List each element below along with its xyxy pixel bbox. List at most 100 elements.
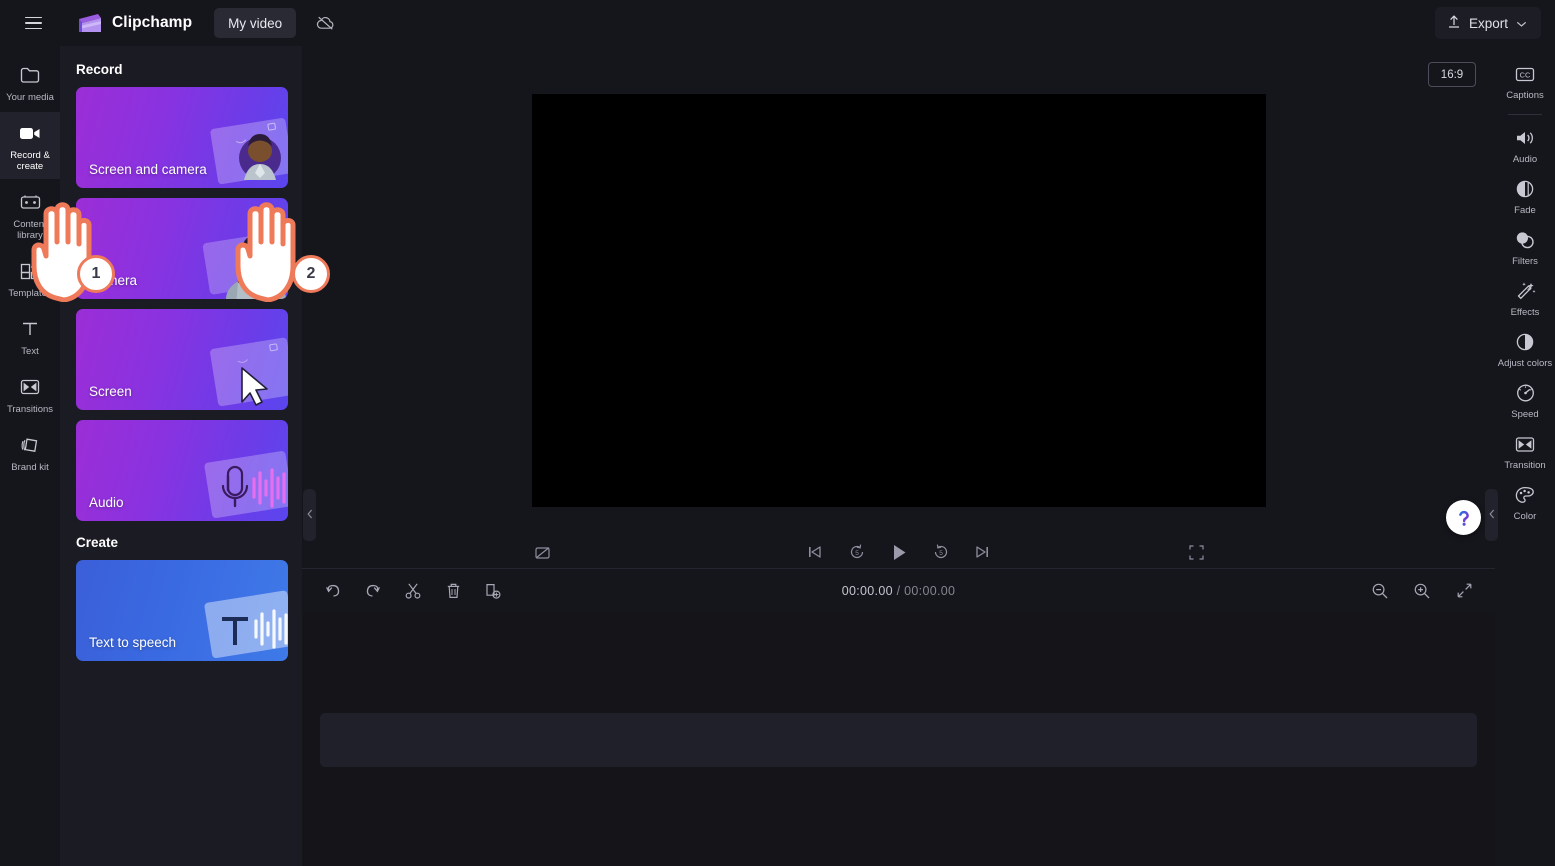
editor-body: Your media Record & create [0, 46, 1555, 866]
upload-arrow-icon [1447, 14, 1461, 32]
annotation-step-badge-1: 1 [77, 255, 115, 293]
brand: Clipchamp [76, 12, 192, 34]
playback-controls: 5 5 [801, 538, 997, 566]
help-button[interactable] [1446, 500, 1481, 535]
tool-captions[interactable]: CC Captions [1495, 56, 1555, 107]
skip-to-end-icon[interactable] [969, 538, 997, 566]
question-mark-icon [1453, 507, 1475, 529]
sidebar-item-your-media[interactable]: Your media [0, 54, 60, 110]
svg-text:CC: CC [1520, 70, 1531, 79]
chevron-down-icon [1516, 16, 1527, 31]
aspect-ratio-button[interactable]: 16:9 [1428, 62, 1476, 87]
rewind-5-seconds-icon[interactable]: 5 [843, 538, 871, 566]
tool-label: Adjust colors [1498, 358, 1552, 369]
left-navigation-rail: Your media Record & create [0, 46, 60, 866]
export-button[interactable]: Export [1435, 7, 1541, 39]
annotation-step-number: 2 [307, 265, 316, 283]
tool-label: Color [1514, 511, 1537, 522]
fit-to-screen-icon[interactable] [1451, 578, 1477, 604]
export-label: Export [1469, 16, 1508, 31]
microphone-waveform-art [198, 443, 288, 521]
zoom-out-icon[interactable] [1367, 578, 1393, 604]
project-tab-label: My video [228, 16, 282, 31]
project-tab[interactable]: My video [214, 8, 296, 38]
right-property-rail: CC Captions Audio [1495, 46, 1555, 866]
text-waveform-art [198, 583, 288, 661]
screen-and-camera-art [198, 110, 288, 188]
sidebar-item-label: Brand kit [11, 462, 49, 473]
player-controls-right [1182, 538, 1210, 566]
redo-button[interactable] [360, 578, 386, 604]
preview-area: 16:9 [302, 46, 1495, 568]
card-label: Text to speech [89, 635, 176, 650]
screen-cursor-art [198, 332, 288, 410]
sidebar-item-label: Record & create [2, 150, 58, 172]
delete-button[interactable] [440, 578, 466, 604]
timeline-track-placeholder[interactable] [320, 713, 1477, 767]
folder-icon [19, 63, 41, 87]
svg-text:5: 5 [939, 550, 943, 557]
total-time: 00:00.00 [904, 584, 955, 598]
templates-icon [19, 259, 42, 283]
skip-to-start-icon[interactable] [801, 538, 829, 566]
tool-label: Audio [1513, 154, 1537, 165]
tool-fade[interactable]: Fade [1495, 171, 1555, 222]
sidebar-item-brand-kit[interactable]: Brand kit [0, 424, 60, 480]
clipchamp-logo-icon [76, 12, 103, 34]
fullscreen-icon[interactable] [1182, 538, 1210, 566]
card-label: Screen and camera [89, 162, 207, 177]
sidebar-item-label: Content library [2, 219, 58, 241]
card-screen[interactable]: Screen [76, 309, 288, 410]
text-t-icon [20, 317, 40, 341]
sidebar-item-record-and-create[interactable]: Record & create [0, 112, 60, 179]
tool-audio[interactable]: Audio [1495, 120, 1555, 171]
top-bar: Clipchamp My video Export [0, 0, 1555, 46]
forward-5-seconds-icon[interactable]: 5 [927, 538, 955, 566]
sidebar-item-label: Transitions [7, 404, 53, 415]
editor-stage: 16:9 [302, 46, 1495, 866]
tool-effects[interactable]: Effects [1495, 273, 1555, 324]
sidebar-item-content-library[interactable]: Content library [0, 181, 60, 248]
timeline-toolbar: 00:00.00 / 00:00.00 [302, 568, 1495, 612]
sidebar-item-transitions[interactable]: Transitions [0, 366, 60, 422]
sidebar-item-text[interactable]: Text [0, 308, 60, 364]
crop-off-icon[interactable] [528, 538, 556, 566]
tool-adjust-colors[interactable]: Adjust colors [1495, 324, 1555, 375]
tool-speed[interactable]: Speed [1495, 375, 1555, 426]
sidebar-item-templates[interactable]: Templates [0, 250, 60, 306]
timeline-zoom-controls [1367, 578, 1477, 604]
tool-transition[interactable]: Transition [1495, 426, 1555, 477]
timeline-body[interactable] [302, 612, 1495, 866]
brand-kit-icon [19, 433, 41, 457]
tool-label: Captions [1506, 90, 1544, 101]
closed-captions-icon: CC [1514, 63, 1536, 85]
video-camera-icon [18, 121, 42, 145]
transition-icon [1514, 433, 1536, 455]
cloud-off-icon[interactable] [310, 8, 340, 38]
card-text-to-speech[interactable]: Text to speech [76, 560, 288, 661]
speaker-icon [1514, 127, 1536, 149]
collapse-left-panel-button[interactable] [303, 489, 316, 541]
fade-circle-icon [1515, 178, 1535, 200]
video-preview-canvas[interactable] [532, 94, 1266, 507]
duplicate-button[interactable] [480, 578, 506, 604]
undo-button[interactable] [320, 578, 346, 604]
collapse-right-panel-button[interactable] [1485, 489, 1498, 541]
hamburger-menu-icon[interactable] [16, 6, 50, 40]
card-label: Audio [89, 495, 124, 510]
tool-color[interactable]: Color [1495, 477, 1555, 528]
zoom-in-icon[interactable] [1409, 578, 1435, 604]
content-library-icon [19, 190, 42, 214]
section-header-create: Create [76, 535, 288, 550]
play-button[interactable] [885, 538, 913, 566]
card-screen-and-camera[interactable]: Screen and camera [76, 87, 288, 188]
brand-name: Clipchamp [112, 14, 192, 32]
card-audio[interactable]: Audio [76, 420, 288, 521]
svg-text:5: 5 [855, 550, 859, 557]
split-button[interactable] [400, 578, 426, 604]
section-header-record: Record [76, 62, 288, 77]
tool-filters[interactable]: Filters [1495, 222, 1555, 273]
chevron-left-icon [1489, 506, 1495, 524]
player-controls: 5 5 [302, 531, 1495, 573]
tool-label: Transition [1504, 460, 1545, 471]
